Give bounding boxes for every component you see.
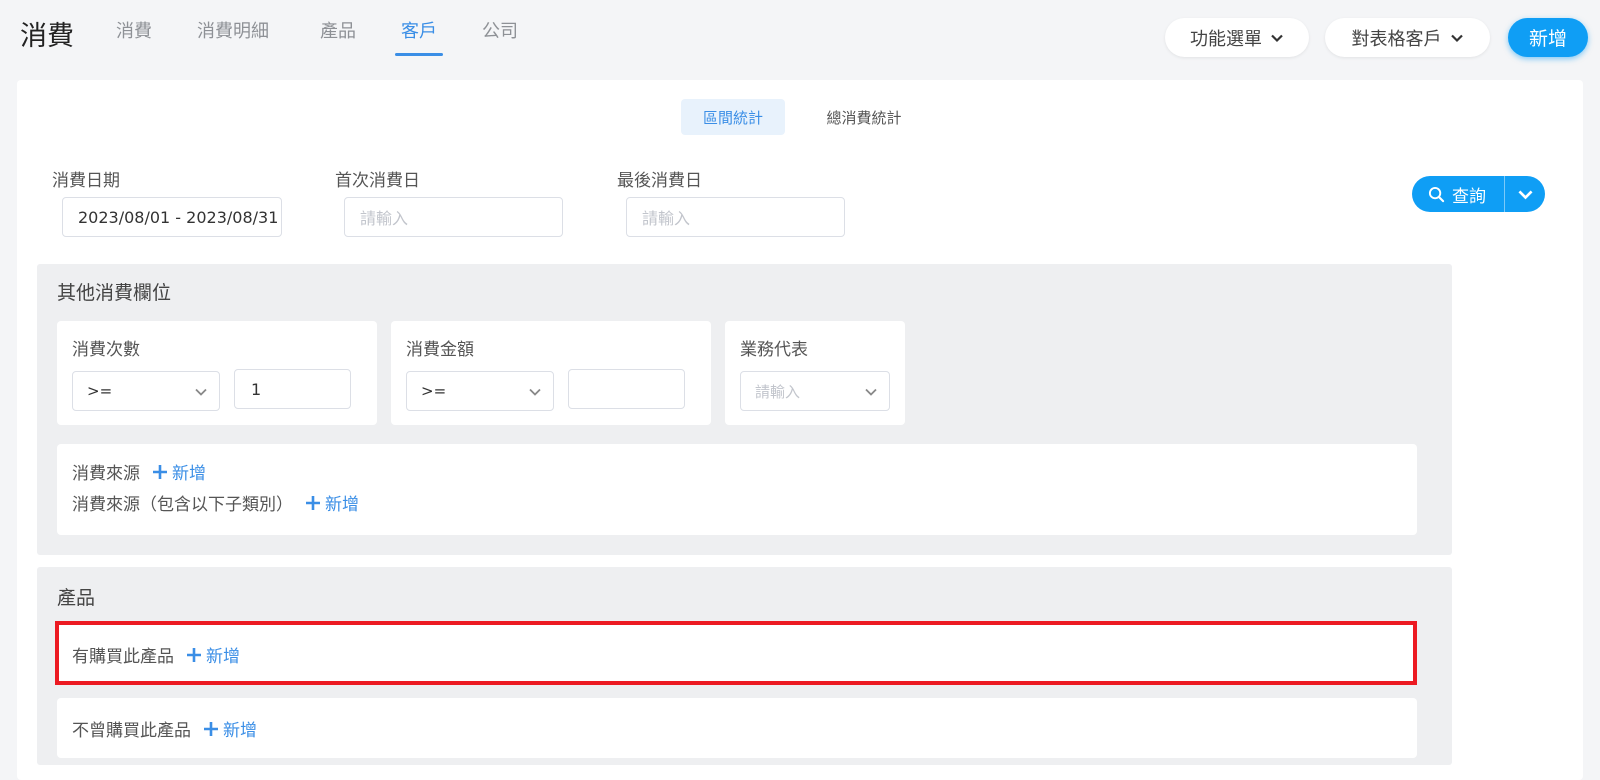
source-label: 消費來源 xyxy=(72,464,140,484)
search-label: 查詢 xyxy=(1452,186,1486,207)
search-options-dropdown[interactable] xyxy=(1505,176,1545,212)
add-new-button[interactable]: 新增 xyxy=(1508,18,1588,57)
function-menu-label: 功能選單 xyxy=(1190,28,1262,50)
plus-icon xyxy=(204,721,218,736)
chevron-down-icon xyxy=(195,388,207,396)
table-customer-menu-label: 對表格客戶 xyxy=(1351,28,1442,50)
consume-date-range-input[interactable]: 2023/08/01 - 2023/08/31 xyxy=(62,197,282,237)
plus-icon xyxy=(306,495,320,510)
add-not-bought-product-link[interactable]: 新增 xyxy=(203,716,257,741)
not-bought-product-label: 不曾購買此產品 xyxy=(72,721,191,741)
chevron-down-icon xyxy=(1517,190,1533,199)
tab-product[interactable]: 產品 xyxy=(320,17,356,43)
tab-range-stats[interactable]: 區間統計 xyxy=(681,99,785,135)
product-section-title: 產品 xyxy=(57,587,96,609)
tab-company[interactable]: 公司 xyxy=(482,17,518,43)
table-customer-menu-button[interactable]: 對表格客戶 xyxy=(1325,18,1490,57)
last-date-label: 最後消費日 xyxy=(617,171,702,191)
chevron-down-icon xyxy=(865,388,877,396)
last-date-input[interactable]: 請輸入 xyxy=(626,197,845,237)
first-date-input[interactable]: 請輸入 xyxy=(344,197,563,237)
search-button[interactable]: 查詢 xyxy=(1412,176,1504,212)
count-label: 消費次數 xyxy=(72,340,140,360)
tab-customer[interactable]: 客戶 xyxy=(395,17,443,56)
function-menu-button[interactable]: 功能選單 xyxy=(1165,18,1309,57)
plus-icon xyxy=(153,464,167,479)
app-title: 消費 xyxy=(20,21,74,52)
amount-value-input[interactable] xyxy=(568,369,685,409)
tab-consumption-detail[interactable]: 消費明細 xyxy=(197,17,269,43)
highlight-box xyxy=(55,621,1417,685)
add-source-label: 新增 xyxy=(172,464,206,484)
count-value-input[interactable]: 1 xyxy=(234,369,351,409)
chevron-down-icon xyxy=(1271,34,1283,42)
other-fields-title: 其他消費欄位 xyxy=(57,282,172,304)
amount-operator-select[interactable]: >= xyxy=(406,371,554,411)
amount-label: 消費金額 xyxy=(406,340,474,360)
add-source-sub-link[interactable]: 新增 xyxy=(305,490,359,515)
rep-filter-box: 業務代表 請輸入 xyxy=(725,321,905,425)
chevron-down-icon xyxy=(529,388,541,396)
amount-operator-value: >= xyxy=(421,382,447,400)
source-box: 消費來源 新增 消費來源（包含以下子類別） 新增 xyxy=(57,444,1417,535)
add-source-link[interactable]: 新增 xyxy=(152,459,206,484)
amount-filter-box: 消費金額 >= xyxy=(391,321,711,425)
source-row: 消費來源 新增 xyxy=(72,459,206,484)
tab-total-stats[interactable]: 總消費統計 xyxy=(802,99,926,135)
not-bought-product-box: 不曾購買此產品 新增 xyxy=(57,698,1417,758)
source-sub-row: 消費來源（包含以下子類別） 新增 xyxy=(72,490,359,515)
count-operator-value: >= xyxy=(87,382,113,400)
search-button-group: 查詢 xyxy=(1412,176,1545,212)
other-fields-section: 其他消費欄位 消費次數 >= 1 消費金額 >= 業務代表 請輸入 消費來源 新… xyxy=(37,264,1452,555)
count-filter-box: 消費次數 >= 1 xyxy=(57,321,377,425)
consume-date-label: 消費日期 xyxy=(52,171,120,191)
search-icon xyxy=(1428,186,1445,202)
top-bar: 消費 消費 消費明細 產品 客戶 公司 功能選單 對表格客戶 新增 xyxy=(0,0,1600,72)
rep-placeholder: 請輸入 xyxy=(755,382,801,401)
tab-consumption[interactable]: 消費 xyxy=(116,17,152,43)
count-operator-select[interactable]: >= xyxy=(72,371,220,411)
chevron-down-icon xyxy=(1450,34,1463,42)
first-date-label: 首次消費日 xyxy=(335,171,420,191)
add-not-bought-product-label: 新增 xyxy=(223,721,257,741)
not-bought-product-row: 不曾購買此產品 新增 xyxy=(72,716,257,741)
rep-select[interactable]: 請輸入 xyxy=(740,371,890,411)
rep-label: 業務代表 xyxy=(740,340,808,360)
add-source-sub-label: 新增 xyxy=(325,495,359,515)
source-sub-label: 消費來源（包含以下子類別） xyxy=(72,495,293,515)
